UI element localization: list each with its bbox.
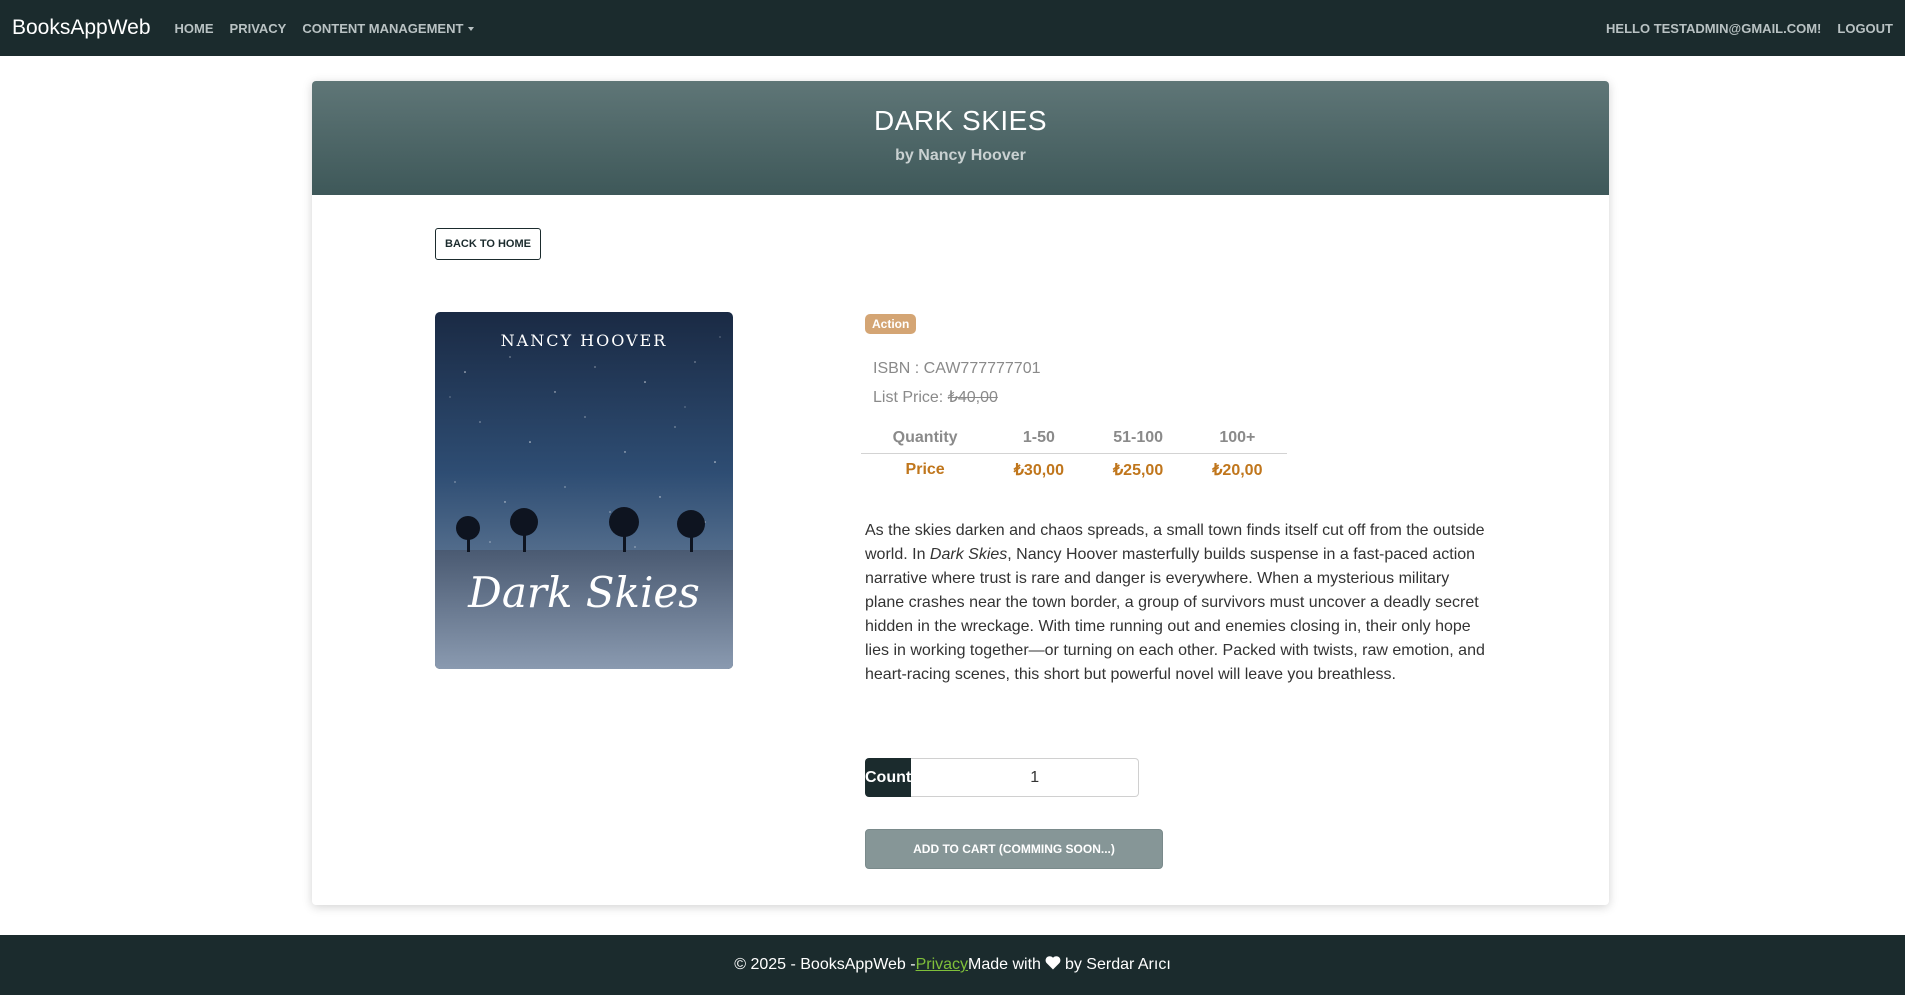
count-input-group: Count — [865, 758, 1140, 797]
caret-down-icon — [468, 27, 475, 32]
book-description: As the skies darken and chaos spreads, a… — [865, 519, 1490, 687]
page-footer: © 2025 - BooksAppWeb - Privacy Made with… — [0, 935, 1905, 995]
footer-made-with: Made with — [968, 956, 1041, 973]
price-table-row: Price ₺30,00 ₺25,00 ₺20,00 — [861, 453, 1287, 487]
price-tier-1: ₺30,00 — [1013, 462, 1064, 480]
description-title-italic: Dark Skies — [929, 546, 1008, 563]
user-greeting-link[interactable]: HELLO TESTADMIN@GMAIL.COM! — [1606, 21, 1821, 36]
list-price: List Price: ₺40,00 — [873, 387, 998, 407]
footer-privacy-link[interactable]: Privacy — [916, 956, 968, 974]
nav-dropdown-content-management[interactable]: CONTENT MANAGEMENT — [302, 20, 475, 36]
logout-link[interactable]: LOGOUT — [1837, 21, 1893, 36]
isbn-text: ISBN : CAW777777701 — [873, 360, 1041, 377]
price-table: Quantity 1-50 51-100 100+ Price ₺30,00 ₺… — [861, 423, 1287, 487]
list-price-value: ₺40,00 — [947, 389, 998, 406]
add-to-cart-button[interactable]: ADD TO CART (COMMING SOON...) — [865, 829, 1163, 869]
tier-header-1: 1-50 — [989, 423, 1089, 454]
nav-links: HOME PRIVACY CONTENT MANAGEMENT — [175, 21, 475, 36]
footer-copyright: © 2025 - BooksAppWeb - — [734, 956, 916, 973]
price-label: Price — [905, 461, 945, 479]
quantity-header: Quantity — [861, 423, 990, 454]
tier-header-3: 100+ — [1187, 423, 1287, 454]
cover-title-text: Dark Skies — [467, 568, 700, 617]
list-price-label: List Price: — [873, 389, 948, 406]
card-header: DARK SKIES by Nancy Hoover — [312, 81, 1609, 195]
footer-author: by Serdar Arıcı — [1064, 956, 1171, 973]
top-navbar: BooksAppWeb HOME PRIVACY CONTENT MANAGEM… — [0, 0, 1905, 56]
nav-dropdown-label: CONTENT MANAGEMENT — [302, 20, 464, 36]
nav-right: HELLO TESTADMIN@GMAIL.COM! LOGOUT — [1606, 21, 1893, 36]
nav-link-home[interactable]: HOME — [175, 21, 214, 36]
price-table-header-row: Quantity 1-50 51-100 100+ — [861, 423, 1287, 454]
heart-icon — [1045, 955, 1061, 975]
count-label: Count — [865, 758, 912, 797]
book-author: by Nancy Hoover — [895, 147, 1026, 164]
book-cover-image: NANCY HOOVER Dark Skies — [435, 312, 733, 669]
tier-header-2: 51-100 — [1088, 423, 1188, 454]
back-to-home-button[interactable]: BACK TO HOME — [435, 228, 541, 260]
cover-author-text: NANCY HOOVER — [501, 331, 668, 350]
book-detail-card: DARK SKIES by Nancy Hoover BACK TO HOME — [312, 81, 1609, 905]
description-text-after: , Nancy Hoover masterfully builds suspen… — [865, 546, 1485, 683]
nav-link-privacy[interactable]: PRIVACY — [230, 21, 287, 36]
category-badge: Action — [865, 314, 917, 334]
price-tier-2: ₺25,00 — [1113, 462, 1164, 480]
price-tier-3: ₺20,00 — [1212, 462, 1263, 480]
brand-logo[interactable]: BooksAppWeb — [12, 16, 151, 40]
count-input[interactable] — [911, 758, 1140, 797]
book-title: DARK SKIES — [873, 105, 1048, 136]
